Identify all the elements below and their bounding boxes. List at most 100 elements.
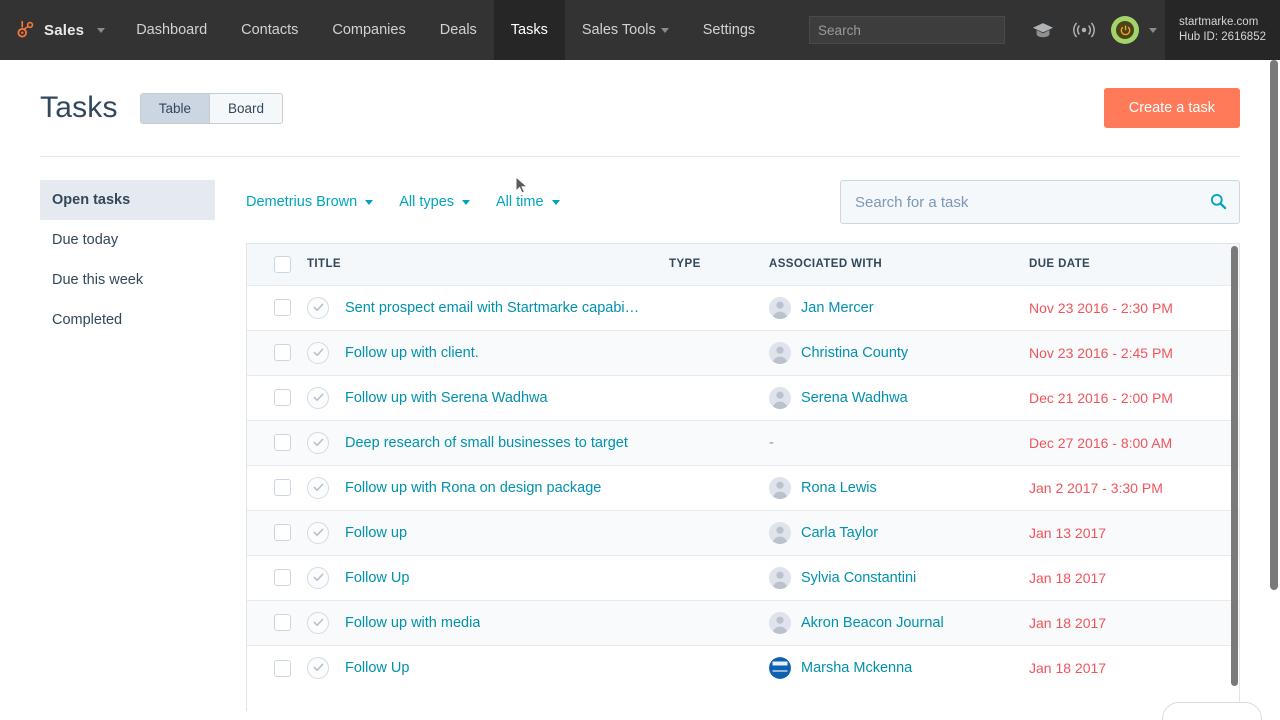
column-header-associated-with[interactable]: ASSOCIATED WITH <box>769 244 1029 285</box>
nav-item-contacts[interactable]: Contacts <box>224 0 315 60</box>
row-checkbox[interactable] <box>274 569 291 587</box>
row-select-cell <box>247 330 307 375</box>
task-title-link[interactable]: Follow up with Rona on design package <box>345 480 601 496</box>
graduation-cap-icon[interactable] <box>1032 22 1054 39</box>
brand-logo-menu[interactable]: Sales <box>0 0 119 60</box>
nav-item-sales-tools[interactable]: Sales Tools <box>565 0 686 60</box>
complete-task-icon[interactable] <box>307 566 329 589</box>
table-row[interactable]: Follow up with Serena Wadhwa Serena Wadhw… <box>247 375 1239 420</box>
filter-type[interactable]: All types <box>399 194 471 210</box>
associated-with-link[interactable]: Akron Beacon Journal <box>801 615 944 631</box>
filter-time[interactable]: All time <box>496 194 560 210</box>
associated-with-link[interactable]: Serena Wadhwa <box>801 390 908 406</box>
page-scrollbar[interactable] <box>1270 60 1278 590</box>
column-header-type[interactable]: TYPE <box>669 244 769 285</box>
column-header-due-date[interactable]: DUE DATE <box>1029 244 1239 285</box>
sidebar-item-completed[interactable]: Completed <box>40 300 215 340</box>
row-checkbox[interactable] <box>274 614 291 632</box>
nav-right-group: startmarke.com Hub ID: 2616852 <box>809 0 1280 60</box>
sidebar-item-due-this-week[interactable]: Due this week <box>40 260 215 300</box>
task-title-link[interactable]: Follow up with media <box>345 615 480 631</box>
sidebar-item-due-today[interactable]: Due today <box>40 220 215 260</box>
complete-task-icon[interactable] <box>307 611 329 634</box>
associated-with-link[interactable]: Marsha Mckenna <box>801 660 912 676</box>
account-info[interactable]: startmarke.com Hub ID: 2616852 <box>1165 0 1280 60</box>
table-row[interactable]: Sent prospect email with Startmarke capa… <box>247 285 1239 330</box>
nav-item-label: Sales Tools <box>581 22 656 38</box>
task-associated-cell: - <box>769 420 1029 465</box>
task-due-date-cell: Jan 18 2017 <box>1029 555 1239 600</box>
table-row[interactable]: Deep research of small businesses to tar… <box>247 420 1239 465</box>
task-title-link[interactable]: Sent prospect email with Startmarke capa… <box>345 300 639 316</box>
complete-task-icon[interactable] <box>307 656 329 679</box>
chevron-down-icon <box>551 199 560 205</box>
page-title: Tasks <box>40 91 118 124</box>
task-type-cell <box>669 510 769 555</box>
task-title-link[interactable]: Follow Up <box>345 570 409 586</box>
row-checkbox[interactable] <box>274 299 291 317</box>
task-due-date-cell: Nov 23 2016 - 2:45 PM <box>1029 330 1239 375</box>
search-icon[interactable] <box>1210 193 1227 215</box>
tab-table-view[interactable]: Table <box>140 93 209 123</box>
column-header-title[interactable]: TITLE <box>307 244 669 285</box>
table-row[interactable]: Follow up with client. Christina County No… <box>247 330 1239 375</box>
table-row[interactable]: Follow up Carla Taylor Jan 13 2017 <box>247 510 1239 555</box>
complete-task-icon[interactable] <box>307 386 329 409</box>
default-person-avatar <box>769 611 791 634</box>
nav-item-companies[interactable]: Companies <box>315 0 422 60</box>
hubspot-sprocket-icon <box>14 19 36 41</box>
table-row[interactable]: Follow Up Marsha Mckenna Jan 18 2017 <box>247 645 1239 690</box>
brand-label: Sales <box>44 21 85 39</box>
complete-task-icon[interactable] <box>307 521 329 544</box>
nav-item-tasks[interactable]: Tasks <box>493 0 565 60</box>
task-associated-cell: Marsha Mckenna <box>769 645 1029 690</box>
row-checkbox[interactable] <box>274 344 291 362</box>
row-checkbox[interactable] <box>274 524 291 542</box>
task-title-link[interactable]: Deep research of small businesses to tar… <box>345 435 628 451</box>
task-title-link[interactable]: Follow up with Serena Wadhwa <box>345 390 548 406</box>
search-input[interactable] <box>840 180 1240 224</box>
task-title-link[interactable]: Follow Up <box>345 660 409 676</box>
nav-item-settings[interactable]: Settings <box>686 0 772 60</box>
associated-with-link[interactable]: Christina County <box>801 345 908 361</box>
associated-with-link[interactable]: Jan Mercer <box>801 300 874 316</box>
table-row[interactable]: Follow Up Sylvia Constantini Jan 18 2017 <box>247 555 1239 600</box>
default-person-avatar <box>769 386 791 409</box>
chat-widget-button[interactable] <box>1162 702 1262 720</box>
row-checkbox[interactable] <box>274 479 291 497</box>
select-all-checkbox[interactable] <box>274 255 291 273</box>
row-checkbox[interactable] <box>274 389 291 407</box>
task-title-link[interactable]: Follow up <box>345 525 407 541</box>
sidebar-item-open-tasks[interactable]: Open tasks <box>40 180 215 220</box>
task-title-link[interactable]: Follow up with client. <box>345 345 479 361</box>
nav-item-deals[interactable]: Deals <box>423 0 494 60</box>
task-title-cell: Follow Up <box>307 555 669 600</box>
broadcast-icon[interactable] <box>1072 21 1096 39</box>
table-row[interactable]: Follow up with Rona on design package Ron… <box>247 465 1239 510</box>
row-checkbox[interactable] <box>274 659 291 677</box>
associated-with-link[interactable]: Sylvia Constantini <box>801 570 916 586</box>
filter-owner[interactable]: Demetrius Brown <box>246 194 374 210</box>
global-search-input[interactable] <box>809 16 1006 44</box>
company-logo-avatar <box>769 656 791 679</box>
table-scrollbar[interactable] <box>1231 246 1238 686</box>
associated-with-link[interactable]: Carla Taylor <box>801 525 878 541</box>
row-select-cell <box>247 285 307 330</box>
due-date-text: Jan 2 2017 - 3:30 PM <box>1029 479 1163 496</box>
complete-task-icon[interactable] <box>307 431 329 454</box>
create-task-button[interactable]: Create a task <box>1103 88 1240 128</box>
task-due-date-cell: Dec 21 2016 - 2:00 PM <box>1029 375 1239 420</box>
filter-row: Demetrius Brown All types All time <box>246 180 1240 224</box>
tab-board-view[interactable]: Board <box>208 93 282 123</box>
account-chevron-down-icon[interactable] <box>1149 27 1158 33</box>
complete-task-icon[interactable] <box>307 341 329 364</box>
row-checkbox[interactable] <box>274 434 291 452</box>
power-avatar-icon[interactable] <box>1111 16 1140 44</box>
filter-label: Demetrius Brown <box>246 194 358 210</box>
complete-task-icon[interactable] <box>307 476 329 499</box>
associated-with-cell: Serena Wadhwa <box>769 386 1029 409</box>
nav-item-dashboard[interactable]: Dashboard <box>119 0 224 60</box>
table-row[interactable]: Follow up with media Akron Beacon Journal… <box>247 600 1239 645</box>
complete-task-icon[interactable] <box>307 296 329 319</box>
associated-with-link[interactable]: Rona Lewis <box>801 480 877 496</box>
